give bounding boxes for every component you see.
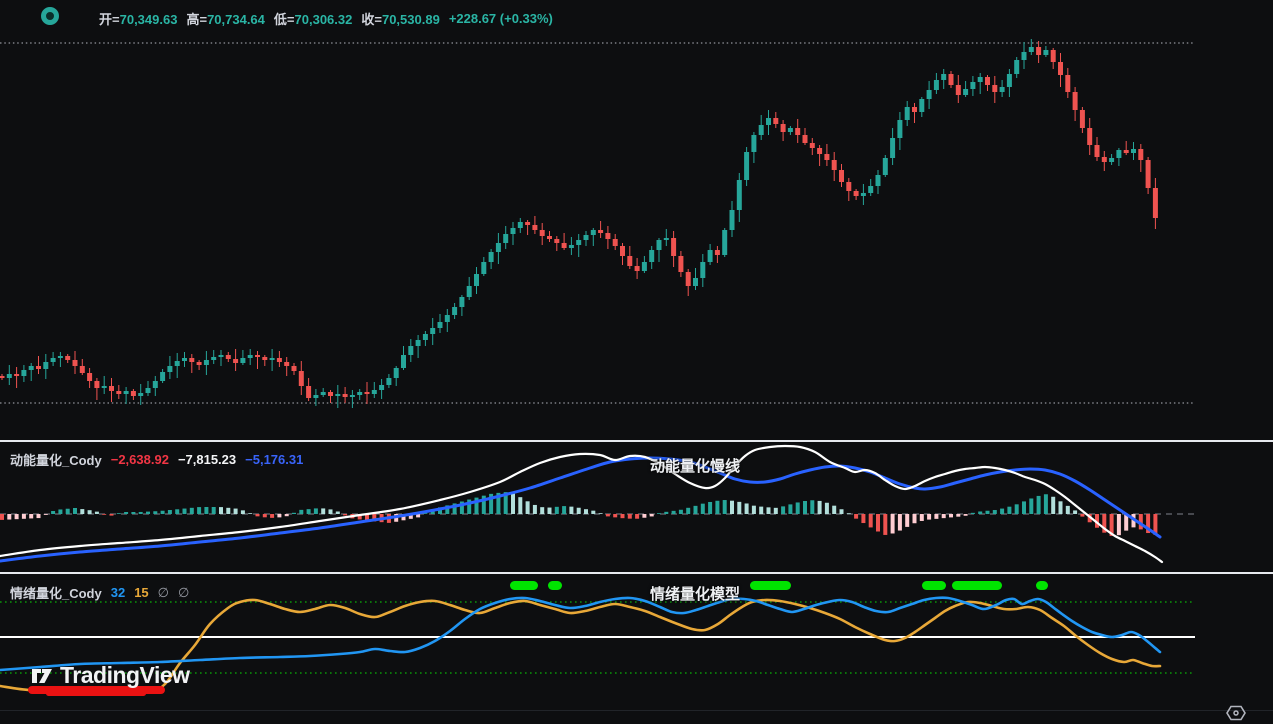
sentiment-param-1: 32 bbox=[111, 585, 125, 600]
momentum-fast-value: −7,815.23 bbox=[178, 452, 236, 467]
momentum-legend: 动能量化_Cody −2,638.92 −7,815.23 −5,176.31 bbox=[10, 450, 303, 469]
object-tree-hexagon-icon[interactable] bbox=[1226, 703, 1246, 723]
bottom-toolbar-separator bbox=[0, 710, 1273, 711]
pane-separator-1[interactable] bbox=[0, 440, 1273, 442]
sentiment-empty-2: ∅ bbox=[178, 585, 189, 601]
price-chart-canvas[interactable] bbox=[0, 0, 1273, 724]
sentiment-param-2: 15 bbox=[134, 585, 148, 600]
ohlc-legend: 开=70,349.63 高=70,734.64 低=70,306.32 收=70… bbox=[99, 9, 553, 28]
sentiment-signal-pill bbox=[548, 581, 562, 590]
tradingview-logo-icon bbox=[30, 664, 54, 688]
sentiment-signal-pill bbox=[750, 581, 791, 590]
instrument-icon[interactable] bbox=[41, 7, 59, 25]
pane-separator-2[interactable] bbox=[0, 572, 1273, 574]
tradingview-watermark[interactable]: TradingView bbox=[30, 662, 190, 689]
sentiment-title[interactable]: 情绪量化_Cody bbox=[10, 583, 102, 602]
momentum-slow-value: −5,176.31 bbox=[245, 452, 303, 467]
tradingview-wordmark: TradingView bbox=[60, 662, 190, 689]
ohlc-open: 开=70,349.63 bbox=[99, 9, 177, 28]
momentum-hist-value: −2,638.92 bbox=[111, 452, 169, 467]
ohlc-change: +228.67 (+0.33%) bbox=[449, 11, 553, 26]
momentum-slow-line-label: 动能量化慢线 bbox=[650, 455, 740, 476]
trading-chart-window: 开=70,349.63 高=70,734.64 低=70,306.32 收=70… bbox=[0, 0, 1273, 724]
price-pane[interactable] bbox=[0, 39, 1195, 408]
ohlc-close: 收=70,530.89 bbox=[361, 9, 439, 28]
sentiment-empty-1: ∅ bbox=[158, 585, 169, 601]
sentiment-signal-pill bbox=[510, 581, 538, 590]
sentiment-signal-pill bbox=[952, 581, 1002, 590]
sentiment-legend: 情绪量化_Cody 32 15 ∅ ∅ bbox=[10, 583, 189, 602]
red-marker-underline-2 bbox=[46, 691, 146, 696]
ohlc-low: 低=70,306.32 bbox=[274, 9, 352, 28]
sentiment-signal-pill bbox=[922, 581, 946, 590]
sentiment-model-label: 情绪量化模型 bbox=[650, 583, 740, 604]
momentum-title[interactable]: 动能量化_Cody bbox=[10, 450, 102, 469]
sentiment-signal-pill bbox=[1036, 581, 1048, 590]
ohlc-high: 高=70,734.64 bbox=[186, 9, 264, 28]
